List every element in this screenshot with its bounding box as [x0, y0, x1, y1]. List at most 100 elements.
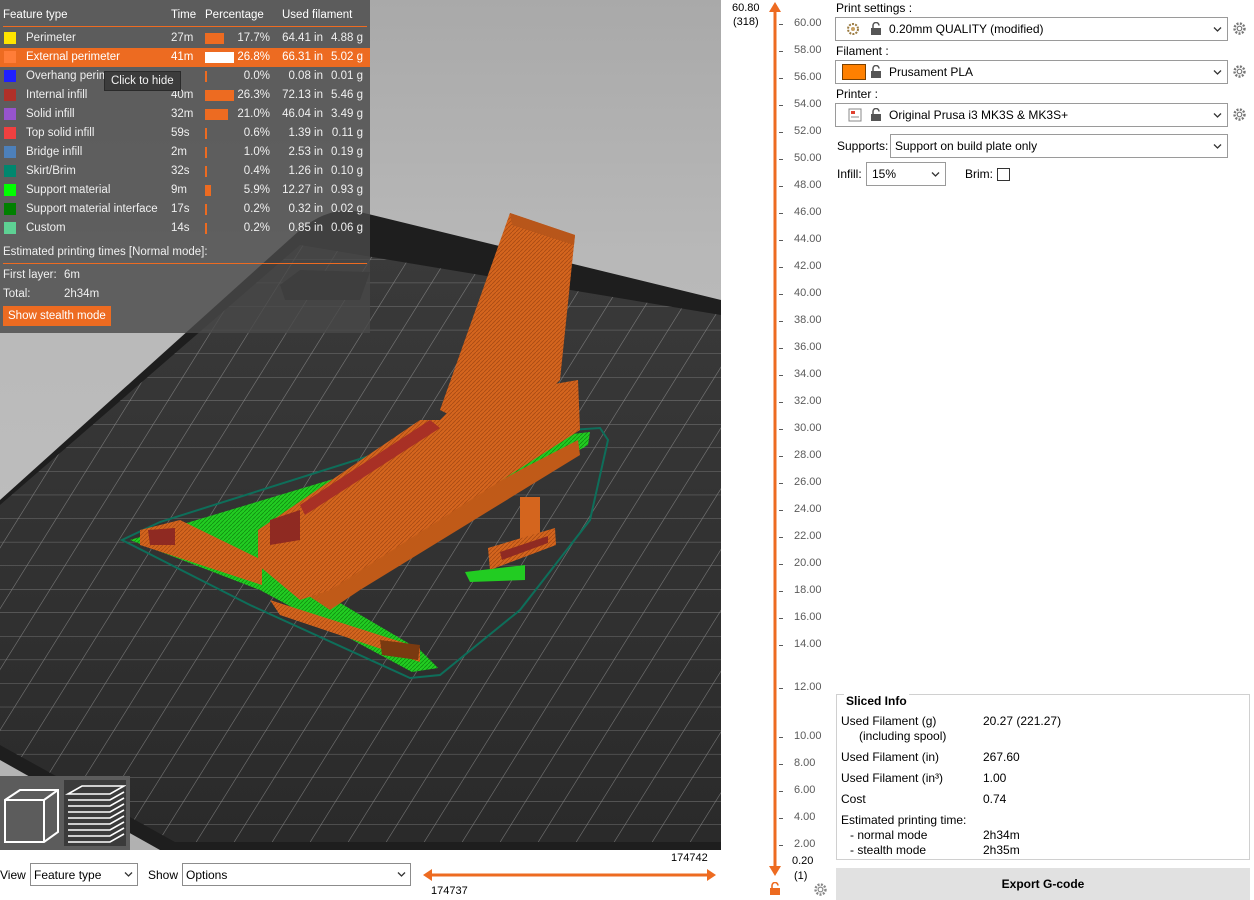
- legend-row[interactable]: Support material 9m 5.9% 12.27 in 0.93 g: [0, 181, 370, 200]
- lock-icon[interactable]: [769, 882, 781, 896]
- legend-color-swatch: [4, 165, 16, 177]
- printer-select[interactable]: Original Prusa i3 MK3S & MK3S+: [835, 103, 1228, 127]
- legend-row[interactable]: External perimeter 41m 26.8% 66.31 in 5.02 g: [0, 48, 370, 67]
- layer-tick-mark: [779, 737, 783, 738]
- legend-time: 41m: [171, 51, 194, 63]
- upper-layer-thumb[interactable]: [769, 2, 781, 12]
- chevron-down-icon: [397, 872, 406, 877]
- legend-length: 2.53 in: [288, 146, 323, 158]
- layer-tick-label: 16.00: [794, 611, 822, 623]
- legend-row[interactable]: Top solid infill 59s 0.6% 1.39 in 0.11 g: [0, 124, 370, 143]
- legend-row[interactable]: Support material interface 17s 0.2% 0.32 in…: [0, 200, 370, 219]
- legend-weight: 0.93 g: [331, 184, 363, 196]
- top-layer-height: 60.80: [732, 2, 760, 14]
- slider-lower-thumb[interactable]: [423, 869, 432, 881]
- layer-tick-label: 38.00: [794, 314, 822, 326]
- legend-time: 2m: [171, 146, 187, 158]
- used-filament-in3-label: Used Filament (in³): [841, 771, 944, 785]
- legend-length: 46.04 in: [282, 108, 323, 120]
- top-layer-number: (318): [733, 16, 759, 28]
- layer-tick-label: 52.00: [794, 125, 822, 137]
- brim-checkbox[interactable]: [997, 168, 1010, 181]
- filament-value: Prusament PLA: [889, 65, 974, 79]
- cost-value: 0.74: [983, 792, 1007, 806]
- used-filament-in3-value: 1.00: [983, 771, 1007, 785]
- legend-percentage-bar: [205, 166, 207, 177]
- normal-mode-value: 2h34m: [983, 828, 1020, 842]
- layer-tick-label: 22.00: [794, 530, 822, 542]
- legend-row[interactable]: Custom 14s 0.2% 0.85 in 0.06 g: [0, 219, 370, 238]
- view-type-select[interactable]: Feature type: [30, 863, 138, 886]
- legend-header-percentage: Percentage: [205, 9, 264, 21]
- view-type-value: Feature type: [34, 868, 102, 882]
- legend-weight: 0.01 g: [331, 70, 363, 82]
- layer-tick-mark: [779, 186, 783, 187]
- 3d-preview-canvas[interactable]: Feature type Time Percentage Used filame…: [0, 0, 721, 850]
- layer-tick-mark: [779, 105, 783, 106]
- cog-icon[interactable]: [813, 882, 828, 897]
- legend-percentage: 26.3%: [237, 89, 270, 101]
- h-slider-lower-value: 174737: [431, 885, 468, 897]
- layer-tick-mark: [779, 764, 783, 765]
- legend-row[interactable]: Overhang perimeter 0.0% 0.08 in 0.01 g: [0, 67, 370, 86]
- sliced-info-title: Sliced Info: [844, 694, 909, 708]
- legend-divider: [3, 26, 367, 27]
- filament-cog-icon[interactable]: [1232, 64, 1247, 79]
- layer-view-button[interactable]: [64, 780, 128, 846]
- legend-color-swatch: [4, 70, 16, 82]
- layer-tick-mark: [779, 510, 783, 511]
- layer-tick-mark: [779, 51, 783, 52]
- layer-tick-mark: [779, 564, 783, 565]
- legend-percentage-bar: [205, 147, 207, 158]
- legend-label: Skirt/Brim: [26, 165, 76, 177]
- horizontal-move-slider[interactable]: [422, 864, 718, 886]
- filament-label: Filament :: [836, 44, 889, 58]
- layer-tick-mark: [779, 456, 783, 457]
- filament-select[interactable]: Prusament PLA: [835, 60, 1228, 84]
- legend-row[interactable]: Bridge infill 2m 1.0% 2.53 in 0.19 g: [0, 143, 370, 162]
- legend-weight: 5.02 g: [331, 51, 363, 63]
- legend-color-swatch: [4, 203, 16, 215]
- 3d-view-button[interactable]: [0, 780, 62, 846]
- legend-row[interactable]: Skirt/Brim 32s 0.4% 1.26 in 0.10 g: [0, 162, 370, 181]
- infill-value: 15%: [872, 167, 897, 181]
- printer-value: Original Prusa i3 MK3S & MK3S+: [889, 108, 1069, 122]
- lower-layer-thumb[interactable]: [769, 866, 781, 876]
- stealth-mode-value: 2h35m: [983, 843, 1020, 857]
- layer-slider-track[interactable]: [766, 0, 786, 900]
- layer-tick-label: 50.00: [794, 152, 822, 164]
- bottom-layer-number: (1): [794, 870, 808, 882]
- used-filament-in-value: 267.60: [983, 750, 1020, 764]
- layer-tick-label: 58.00: [794, 44, 822, 56]
- legend-color-swatch: [4, 108, 16, 120]
- printer-cog-icon[interactable]: [1232, 107, 1247, 122]
- supports-select[interactable]: Support on build plate only: [890, 134, 1228, 158]
- legend-weight: 4.88 g: [331, 32, 363, 44]
- total-value: 2h34m: [64, 288, 100, 300]
- export-gcode-button[interactable]: Export G-code: [836, 868, 1250, 900]
- feature-legend[interactable]: Feature type Time Percentage Used filame…: [0, 0, 370, 333]
- legend-row[interactable]: Solid infill 32m 21.0% 46.04 in 3.49 g: [0, 105, 370, 124]
- brim-label: Brim:: [965, 167, 993, 181]
- legend-row[interactable]: Perimeter 27m 17.7% 64.41 in 4.88 g: [0, 29, 370, 48]
- legend-percentage-bar: [205, 223, 207, 234]
- legend-time: 32m: [171, 108, 194, 120]
- show-options-select[interactable]: Options: [182, 863, 411, 886]
- layer-tick-label: 28.00: [794, 449, 822, 461]
- infill-select[interactable]: 15%: [866, 162, 946, 186]
- print-settings-select[interactable]: 0.20mm QUALITY (modified): [835, 17, 1228, 41]
- legend-label: Custom: [26, 222, 66, 234]
- layer-tick-mark: [779, 267, 783, 268]
- legend-percentage: 0.6%: [243, 127, 270, 139]
- layer-height-slider[interactable]: 60.80 (318) 60.00 58.00 56.00 54.00 52.00 50.…: [722, 0, 832, 900]
- layer-tick-label: 14.00: [794, 638, 822, 650]
- layer-tick-mark: [779, 537, 783, 538]
- legend-header-feature: Feature type: [3, 9, 68, 21]
- chevron-down-icon: [931, 172, 940, 177]
- slider-upper-thumb[interactable]: [707, 869, 716, 881]
- layer-tick-label: 60.00: [794, 17, 822, 29]
- legend-row[interactable]: Internal infill 40m 26.3% 72.13 in 5.46 g: [0, 86, 370, 105]
- print-settings-cog-icon[interactable]: [1232, 21, 1247, 36]
- show-stealth-mode-button[interactable]: Show stealth mode: [3, 306, 111, 326]
- layer-tick-label: 44.00: [794, 233, 822, 245]
